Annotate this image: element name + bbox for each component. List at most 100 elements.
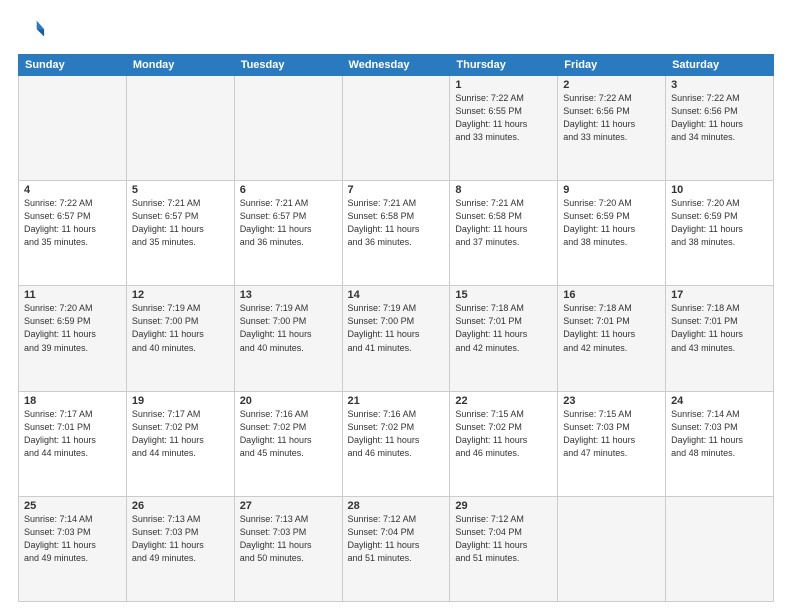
day-info: Sunrise: 7:14 AMSunset: 7:03 PMDaylight:… <box>671 408 768 460</box>
day-number: 12 <box>132 289 229 301</box>
week-row-0: 1Sunrise: 7:22 AMSunset: 6:55 PMDaylight… <box>19 76 774 181</box>
calendar-cell: 29Sunrise: 7:12 AMSunset: 7:04 PMDayligh… <box>450 496 558 601</box>
day-info: Sunrise: 7:17 AMSunset: 7:02 PMDaylight:… <box>132 408 229 460</box>
day-info: Sunrise: 7:20 AMSunset: 6:59 PMDaylight:… <box>671 197 768 249</box>
calendar-cell: 1Sunrise: 7:22 AMSunset: 6:55 PMDaylight… <box>450 76 558 181</box>
calendar-cell: 17Sunrise: 7:18 AMSunset: 7:01 PMDayligh… <box>666 286 774 391</box>
calendar-cell <box>558 496 666 601</box>
calendar-cell: 7Sunrise: 7:21 AMSunset: 6:58 PMDaylight… <box>342 181 450 286</box>
week-row-3: 18Sunrise: 7:17 AMSunset: 7:01 PMDayligh… <box>19 391 774 496</box>
weekday-header-friday: Friday <box>558 55 666 76</box>
day-info: Sunrise: 7:16 AMSunset: 7:02 PMDaylight:… <box>348 408 445 460</box>
calendar-cell: 8Sunrise: 7:21 AMSunset: 6:58 PMDaylight… <box>450 181 558 286</box>
calendar-cell: 16Sunrise: 7:18 AMSunset: 7:01 PMDayligh… <box>558 286 666 391</box>
calendar-cell: 11Sunrise: 7:20 AMSunset: 6:59 PMDayligh… <box>19 286 127 391</box>
day-info: Sunrise: 7:22 AMSunset: 6:57 PMDaylight:… <box>24 197 121 249</box>
day-number: 29 <box>455 500 552 512</box>
calendar-cell <box>19 76 127 181</box>
weekday-header-thursday: Thursday <box>450 55 558 76</box>
day-info: Sunrise: 7:21 AMSunset: 6:58 PMDaylight:… <box>455 197 552 249</box>
page: SundayMondayTuesdayWednesdayThursdayFrid… <box>0 0 792 612</box>
header <box>18 16 774 44</box>
calendar-cell: 25Sunrise: 7:14 AMSunset: 7:03 PMDayligh… <box>19 496 127 601</box>
calendar-cell: 23Sunrise: 7:15 AMSunset: 7:03 PMDayligh… <box>558 391 666 496</box>
day-info: Sunrise: 7:19 AMSunset: 7:00 PMDaylight:… <box>132 302 229 354</box>
calendar-cell: 15Sunrise: 7:18 AMSunset: 7:01 PMDayligh… <box>450 286 558 391</box>
calendar-cell: 27Sunrise: 7:13 AMSunset: 7:03 PMDayligh… <box>234 496 342 601</box>
day-number: 2 <box>563 79 660 91</box>
day-number: 1 <box>455 79 552 91</box>
day-info: Sunrise: 7:16 AMSunset: 7:02 PMDaylight:… <box>240 408 337 460</box>
week-row-4: 25Sunrise: 7:14 AMSunset: 7:03 PMDayligh… <box>19 496 774 601</box>
day-number: 9 <box>563 184 660 196</box>
day-number: 10 <box>671 184 768 196</box>
day-info: Sunrise: 7:22 AMSunset: 6:56 PMDaylight:… <box>671 92 768 144</box>
logo-icon <box>18 16 46 44</box>
logo <box>18 16 50 44</box>
day-number: 6 <box>240 184 337 196</box>
day-number: 13 <box>240 289 337 301</box>
day-info: Sunrise: 7:22 AMSunset: 6:56 PMDaylight:… <box>563 92 660 144</box>
day-info: Sunrise: 7:17 AMSunset: 7:01 PMDaylight:… <box>24 408 121 460</box>
weekday-header-sunday: Sunday <box>19 55 127 76</box>
day-info: Sunrise: 7:21 AMSunset: 6:58 PMDaylight:… <box>348 197 445 249</box>
day-number: 28 <box>348 500 445 512</box>
calendar-cell: 20Sunrise: 7:16 AMSunset: 7:02 PMDayligh… <box>234 391 342 496</box>
day-number: 22 <box>455 395 552 407</box>
day-info: Sunrise: 7:22 AMSunset: 6:55 PMDaylight:… <box>455 92 552 144</box>
week-row-1: 4Sunrise: 7:22 AMSunset: 6:57 PMDaylight… <box>19 181 774 286</box>
calendar-cell: 10Sunrise: 7:20 AMSunset: 6:59 PMDayligh… <box>666 181 774 286</box>
day-number: 7 <box>348 184 445 196</box>
calendar-cell: 28Sunrise: 7:12 AMSunset: 7:04 PMDayligh… <box>342 496 450 601</box>
calendar-cell: 22Sunrise: 7:15 AMSunset: 7:02 PMDayligh… <box>450 391 558 496</box>
calendar-cell: 13Sunrise: 7:19 AMSunset: 7:00 PMDayligh… <box>234 286 342 391</box>
day-info: Sunrise: 7:18 AMSunset: 7:01 PMDaylight:… <box>563 302 660 354</box>
day-number: 5 <box>132 184 229 196</box>
day-number: 23 <box>563 395 660 407</box>
calendar-cell <box>126 76 234 181</box>
day-number: 14 <box>348 289 445 301</box>
day-number: 19 <box>132 395 229 407</box>
calendar-cell <box>342 76 450 181</box>
weekday-header-saturday: Saturday <box>666 55 774 76</box>
day-info: Sunrise: 7:21 AMSunset: 6:57 PMDaylight:… <box>132 197 229 249</box>
day-info: Sunrise: 7:12 AMSunset: 7:04 PMDaylight:… <box>455 513 552 565</box>
day-number: 15 <box>455 289 552 301</box>
calendar-cell: 18Sunrise: 7:17 AMSunset: 7:01 PMDayligh… <box>19 391 127 496</box>
day-info: Sunrise: 7:18 AMSunset: 7:01 PMDaylight:… <box>455 302 552 354</box>
day-info: Sunrise: 7:14 AMSunset: 7:03 PMDaylight:… <box>24 513 121 565</box>
calendar-cell: 19Sunrise: 7:17 AMSunset: 7:02 PMDayligh… <box>126 391 234 496</box>
day-info: Sunrise: 7:18 AMSunset: 7:01 PMDaylight:… <box>671 302 768 354</box>
day-number: 27 <box>240 500 337 512</box>
day-number: 20 <box>240 395 337 407</box>
day-number: 18 <box>24 395 121 407</box>
day-number: 21 <box>348 395 445 407</box>
day-info: Sunrise: 7:12 AMSunset: 7:04 PMDaylight:… <box>348 513 445 565</box>
calendar-cell: 12Sunrise: 7:19 AMSunset: 7:00 PMDayligh… <box>126 286 234 391</box>
calendar-cell: 14Sunrise: 7:19 AMSunset: 7:00 PMDayligh… <box>342 286 450 391</box>
day-info: Sunrise: 7:20 AMSunset: 6:59 PMDaylight:… <box>24 302 121 354</box>
week-row-2: 11Sunrise: 7:20 AMSunset: 6:59 PMDayligh… <box>19 286 774 391</box>
day-info: Sunrise: 7:21 AMSunset: 6:57 PMDaylight:… <box>240 197 337 249</box>
day-number: 3 <box>671 79 768 91</box>
calendar-cell: 9Sunrise: 7:20 AMSunset: 6:59 PMDaylight… <box>558 181 666 286</box>
calendar-cell: 2Sunrise: 7:22 AMSunset: 6:56 PMDaylight… <box>558 76 666 181</box>
calendar-table: SundayMondayTuesdayWednesdayThursdayFrid… <box>18 54 774 602</box>
day-info: Sunrise: 7:20 AMSunset: 6:59 PMDaylight:… <box>563 197 660 249</box>
day-info: Sunrise: 7:19 AMSunset: 7:00 PMDaylight:… <box>348 302 445 354</box>
calendar-cell: 24Sunrise: 7:14 AMSunset: 7:03 PMDayligh… <box>666 391 774 496</box>
calendar-cell: 26Sunrise: 7:13 AMSunset: 7:03 PMDayligh… <box>126 496 234 601</box>
calendar-cell: 21Sunrise: 7:16 AMSunset: 7:02 PMDayligh… <box>342 391 450 496</box>
day-number: 11 <box>24 289 121 301</box>
calendar-cell: 6Sunrise: 7:21 AMSunset: 6:57 PMDaylight… <box>234 181 342 286</box>
day-number: 24 <box>671 395 768 407</box>
day-info: Sunrise: 7:15 AMSunset: 7:02 PMDaylight:… <box>455 408 552 460</box>
calendar-cell <box>666 496 774 601</box>
weekday-header-monday: Monday <box>126 55 234 76</box>
calendar-cell: 3Sunrise: 7:22 AMSunset: 6:56 PMDaylight… <box>666 76 774 181</box>
calendar-cell: 4Sunrise: 7:22 AMSunset: 6:57 PMDaylight… <box>19 181 127 286</box>
day-info: Sunrise: 7:13 AMSunset: 7:03 PMDaylight:… <box>240 513 337 565</box>
day-info: Sunrise: 7:13 AMSunset: 7:03 PMDaylight:… <box>132 513 229 565</box>
day-info: Sunrise: 7:15 AMSunset: 7:03 PMDaylight:… <box>563 408 660 460</box>
day-number: 25 <box>24 500 121 512</box>
